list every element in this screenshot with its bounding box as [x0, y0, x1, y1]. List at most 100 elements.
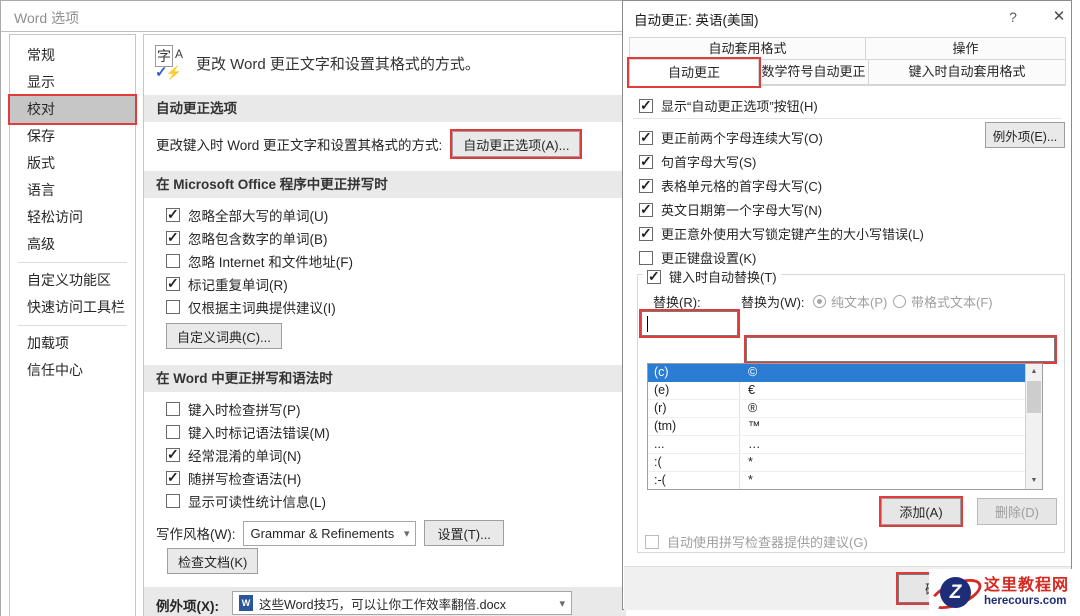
checkbox-box[interactable] — [639, 129, 653, 146]
writing-style-row: 写作风格(W): Grammar & Refinements ▾ 设置(T)..… — [156, 520, 504, 546]
checkbox-correct-two-initial-capitals[interactable]: 更正前两个字母连续大写(O) — [639, 128, 823, 147]
scroll-up-icon[interactable]: ▲ — [1026, 364, 1042, 380]
checkbox-box[interactable] — [166, 275, 180, 292]
radio-circle[interactable] — [813, 295, 826, 308]
autocorrect-options-label: 更改键入时 Word 更正文字和设置其格式的方式: — [156, 138, 443, 153]
radio-formatted-text[interactable]: 带格式文本(F) — [893, 292, 993, 311]
checkbox-box[interactable] — [166, 300, 180, 314]
checkbox-mark-grammar-errors[interactable]: 键入时标记语法错误(M) — [166, 422, 330, 442]
checkbox-label: 更正前两个字母连续大写(O) — [661, 131, 823, 146]
tab-autoformat-as-you-type[interactable]: 键入时自动套用格式 — [868, 59, 1066, 85]
sidebar-item-save[interactable]: 保存 — [10, 123, 135, 150]
checkbox-box[interactable] — [639, 225, 653, 242]
sidebar-item-accessibility[interactable]: 轻松访问 — [10, 204, 135, 231]
sidebar-item-layout[interactable]: 版式 — [10, 150, 135, 177]
intro-text: 更改 Word 更正文字和设置其格式的方式。 — [196, 55, 480, 73]
replace-with-label: 替换为(W): — [741, 295, 805, 310]
scroll-down-icon[interactable]: ▼ — [1026, 473, 1042, 489]
help-icon[interactable]: ? — [1001, 6, 1025, 28]
watermark-text: 这里教程网 herecours.com — [984, 577, 1069, 609]
checkbox-box[interactable] — [639, 153, 653, 170]
checkbox-box[interactable] — [166, 254, 180, 268]
word-options-window: Word 选项 常规 显示 校对 保存 版式 语言 轻松访问 高级 自定义功能区… — [0, 0, 626, 616]
sidebar-item-general[interactable]: 常规 — [10, 42, 135, 69]
checkbox-main-dictionary-only[interactable]: 仅根据主词典提供建议(I) — [166, 297, 336, 317]
checkbox-box[interactable] — [639, 177, 653, 194]
checkbox-label: 键入时自动替换(T) — [669, 270, 777, 285]
checkbox-capitalize-names-of-days[interactable]: 英文日期第一个字母大写(N) — [639, 200, 822, 219]
sidebar-item-quick-access-toolbar[interactable]: 快速访问工具栏 — [10, 294, 135, 321]
table-scrollbar[interactable]: ▲ ▼ — [1025, 364, 1042, 489]
checkbox-frequently-confused-words[interactable]: 经常混淆的单词(N) — [166, 445, 301, 465]
table-row[interactable]: (r) ® — [648, 400, 1025, 418]
checkbox-ignore-internet-addresses[interactable]: 忽略 Internet 和文件地址(F) — [166, 251, 353, 271]
checkbox-box[interactable] — [166, 446, 180, 463]
checkbox-box[interactable] — [639, 201, 653, 218]
replacements-rows: (c) © (e) € (r) ® (tm) ™ ... …:(*:-(… — [648, 364, 1025, 489]
sidebar-divider — [18, 262, 127, 263]
radio-label: 带格式文本(F) — [911, 295, 993, 310]
tab-actions[interactable]: 操作 — [865, 37, 1066, 60]
custom-dictionaries-button[interactable]: 自定义词典(C)... — [166, 323, 282, 349]
sidebar-item-display[interactable]: 显示 — [10, 69, 135, 96]
radio-circle[interactable] — [893, 295, 906, 308]
checkbox-box[interactable] — [647, 268, 661, 285]
replace-from-cell: (tm) — [648, 418, 740, 435]
checkbox-label: 忽略 Internet 和文件地址(F) — [188, 255, 354, 270]
checkbox-correct-caps-lock[interactable]: 更正意外使用大写锁定键产生的大小写错误(L) — [639, 224, 924, 243]
checkbox-box[interactable] — [639, 250, 653, 265]
replace-to-cell: * — [748, 455, 753, 469]
checkbox-capitalize-table-cells[interactable]: 表格单元格的首字母大写(C) — [639, 176, 822, 195]
table-row[interactable]: (e) € — [648, 382, 1025, 400]
sidebar-item-customize-ribbon[interactable]: 自定义功能区 — [10, 267, 135, 294]
tab-math-autocorrect[interactable]: 数学符号自动更正 — [758, 59, 869, 85]
replace-with-input[interactable] — [746, 337, 1055, 362]
radio-plain-text[interactable]: 纯文本(P) — [813, 292, 887, 311]
checkbox-box[interactable] — [166, 206, 180, 223]
checkbox-ignore-uppercase-words[interactable]: 忽略全部大写的单词(U) — [166, 205, 328, 225]
table-row[interactable]: ... … — [648, 436, 1025, 454]
checkbox-show-autocorrect-buttons[interactable]: 显示“自动更正选项”按钮(H) — [639, 96, 818, 115]
settings-button[interactable]: 设置(T)... — [424, 520, 504, 546]
sidebar-item-proofing[interactable]: 校对 — [10, 96, 135, 123]
sidebar-item-language[interactable]: 语言 — [10, 177, 135, 204]
close-icon[interactable]: ✕ — [1047, 6, 1071, 28]
check-document-button[interactable]: 检查文档(K) — [167, 548, 259, 574]
exceptions-select[interactable]: W 这些Word技巧，可以让你工作效率翻倍.docx ▾ — [232, 591, 572, 615]
writing-style-select[interactable]: Grammar & Refinements ▾ — [243, 520, 417, 546]
tab-autocorrect[interactable]: 自动更正 — [629, 59, 759, 86]
checkbox-use-speller-suggestions[interactable]: 自动使用拼写检查器提供的建议(G) — [645, 532, 868, 551]
checkbox-box[interactable] — [639, 97, 653, 114]
add-button[interactable]: 添加(A) — [881, 498, 961, 525]
sidebar-item-addins[interactable]: 加载项 — [10, 330, 135, 357]
checkbox-grammar-with-spelling[interactable]: 随拼写检查语法(H) — [166, 468, 301, 488]
table-row[interactable]: :-( * — [648, 472, 1025, 489]
exceptions-button[interactable]: 例外项(E)... — [985, 122, 1065, 148]
sidebar-item-trust-center[interactable]: 信任中心 — [10, 357, 135, 384]
checkbox-label: 显示“自动更正选项”按钮(H) — [661, 99, 818, 114]
delete-button[interactable]: 删除(D) — [977, 498, 1057, 525]
checkbox-box[interactable] — [645, 534, 659, 549]
table-row[interactable]: :( * — [648, 454, 1025, 472]
checkbox-readability-statistics[interactable]: 显示可读性统计信息(L) — [166, 491, 326, 511]
checkbox-box[interactable] — [166, 402, 180, 416]
replace-input[interactable] — [641, 311, 738, 336]
sidebar-item-advanced[interactable]: 高级 — [10, 231, 135, 258]
checkbox-check-spelling-as-you-type[interactable]: 键入时检查拼写(P) — [166, 399, 301, 419]
checkbox-box[interactable] — [166, 425, 180, 439]
checkbox-correct-keyboard-setting[interactable]: 更正键盘设置(K) — [639, 248, 756, 267]
checkbox-box[interactable] — [166, 229, 180, 246]
table-row[interactable]: (tm) ™ — [648, 418, 1025, 436]
table-row[interactable]: (c) © — [648, 364, 1025, 382]
checkbox-replace-text-as-you-type[interactable]: 键入时自动替换(T) — [643, 267, 781, 286]
checkbox-box[interactable] — [166, 469, 180, 486]
scrollbar-thumb[interactable] — [1027, 381, 1041, 413]
checkbox-capitalize-first-letter-sentences[interactable]: 句首字母大写(S) — [639, 152, 756, 171]
checkbox-flag-repeated-words[interactable]: 标记重复单词(R) — [166, 274, 288, 294]
checkbox-box[interactable] — [166, 494, 180, 508]
radio-label: 纯文本(P) — [831, 295, 888, 310]
checkbox-ignore-words-with-numbers[interactable]: 忽略包含数字的单词(B) — [166, 228, 328, 248]
tab-autoformat[interactable]: 自动套用格式 — [629, 37, 866, 60]
autocorrect-options-button[interactable]: 自动更正选项(A)... — [452, 131, 581, 157]
window-title: Word 选项 — [14, 10, 80, 26]
